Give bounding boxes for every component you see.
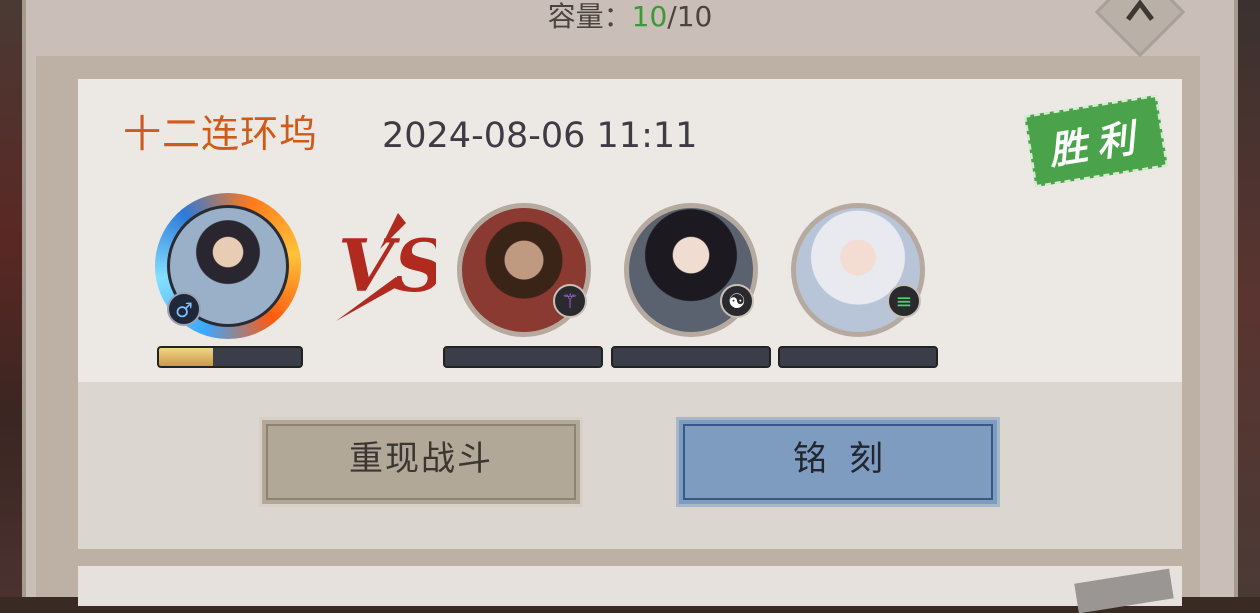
capacity-current: 10 (631, 0, 668, 33)
engrave-button[interactable]: 铭刻 (676, 417, 1000, 507)
battle-record-card: 十二连环坞 2024-08-06 11:11 胜利 ♂ VS ⚚ ☯ ≡ 重现战… (78, 79, 1182, 549)
battle-time: 2024-08-06 11:11 (382, 116, 698, 156)
enemy-hp-bar-2 (611, 346, 771, 368)
player-hp-bar (157, 346, 303, 368)
capacity-text: 容量：10/10 (547, 0, 713, 33)
swap-arrows-icon (1126, 0, 1154, 21)
male-gender-icon: ♂ (167, 292, 201, 326)
yin-yang-icon: ☯ (720, 284, 754, 318)
map-name: 十二连环坞 (123, 112, 319, 156)
enemy-hp-bar-3 (778, 346, 938, 368)
vs-emblem: VS (336, 213, 436, 321)
player-hp-fill (159, 348, 213, 366)
boot-icon: ≡ (887, 284, 921, 318)
spear-icon: ⚚ (553, 284, 587, 318)
next-record-card (78, 566, 1182, 606)
enemy-hp-bar-1 (443, 346, 603, 368)
replay-battle-button[interactable]: 重现战斗 (259, 417, 583, 507)
